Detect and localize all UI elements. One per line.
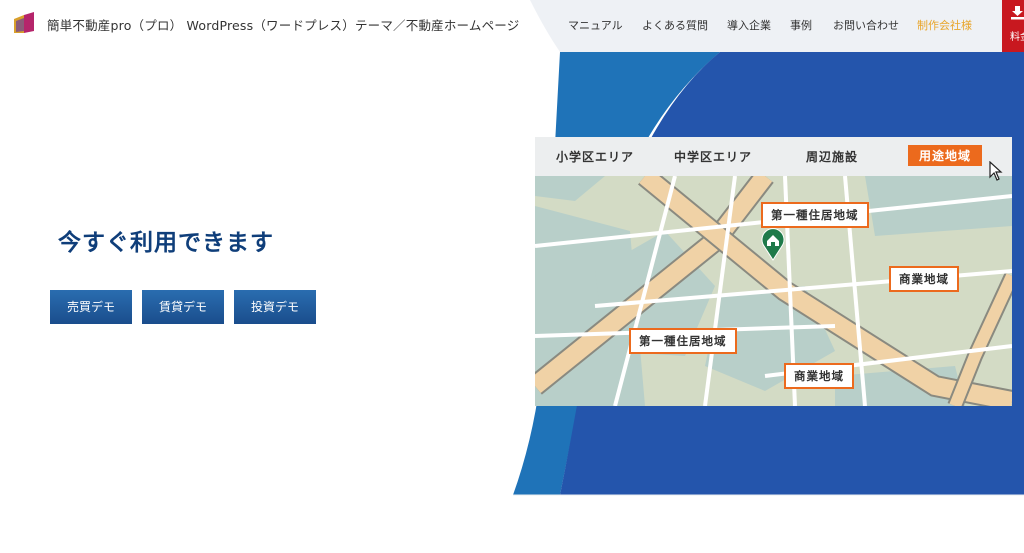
tab-elementary-school-area[interactable]: 小学区エリア [556,148,634,165]
map-tab-bar: 小学区エリア 中学区エリア 周辺施設 用途地域 [535,137,1012,176]
download-label: 料金 [1010,32,1024,43]
tab-nearby-facilities[interactable]: 周辺施設 [806,148,858,165]
download-icon [1011,6,1024,20]
zone-label-residential-1: 第一種住居地域 [761,202,869,228]
main-nav: マニュアル よくある質問 導入企業 事例 お問い合わせ 制作会社様 [0,17,1024,33]
nav-contact[interactable]: お問い合わせ [833,17,899,33]
nav-cases[interactable]: 事例 [790,17,812,33]
hero-title: 今すぐ利用できます [58,230,274,256]
zone-label-commercial-1: 商業地域 [889,266,959,292]
zone-label-commercial-2: 商業地域 [784,363,854,389]
tab-zoning[interactable]: 用途地域 [908,145,983,166]
mouse-cursor-icon [989,161,1003,181]
rental-demo-button[interactable]: 賃貸デモ [142,290,224,324]
nav-manual[interactable]: マニュアル [568,17,623,33]
site-header: 簡単不動産pro（プロ） WordPress（ワードプレス）テーマ／不動産ホーム… [0,0,1024,52]
download-button[interactable]: 料金 [1002,0,1024,52]
tab-junior-high-area[interactable]: 中学区エリア [674,148,752,165]
zone-label-residential-2: 第一種住居地域 [629,328,737,354]
zoning-map-card: 小学区エリア 中学区エリア 周辺施設 用途地域 第一種住居地域 商業地域 第一種… [535,137,1012,406]
sale-demo-button[interactable]: 売買デモ [50,290,132,324]
nav-faq[interactable]: よくある質問 [642,17,708,33]
investment-demo-button[interactable]: 投資デモ [234,290,316,324]
nav-clients[interactable]: 導入企業 [727,17,771,33]
nav-agencies[interactable]: 制作会社様 [917,17,972,33]
house-pin-icon[interactable] [761,227,785,261]
